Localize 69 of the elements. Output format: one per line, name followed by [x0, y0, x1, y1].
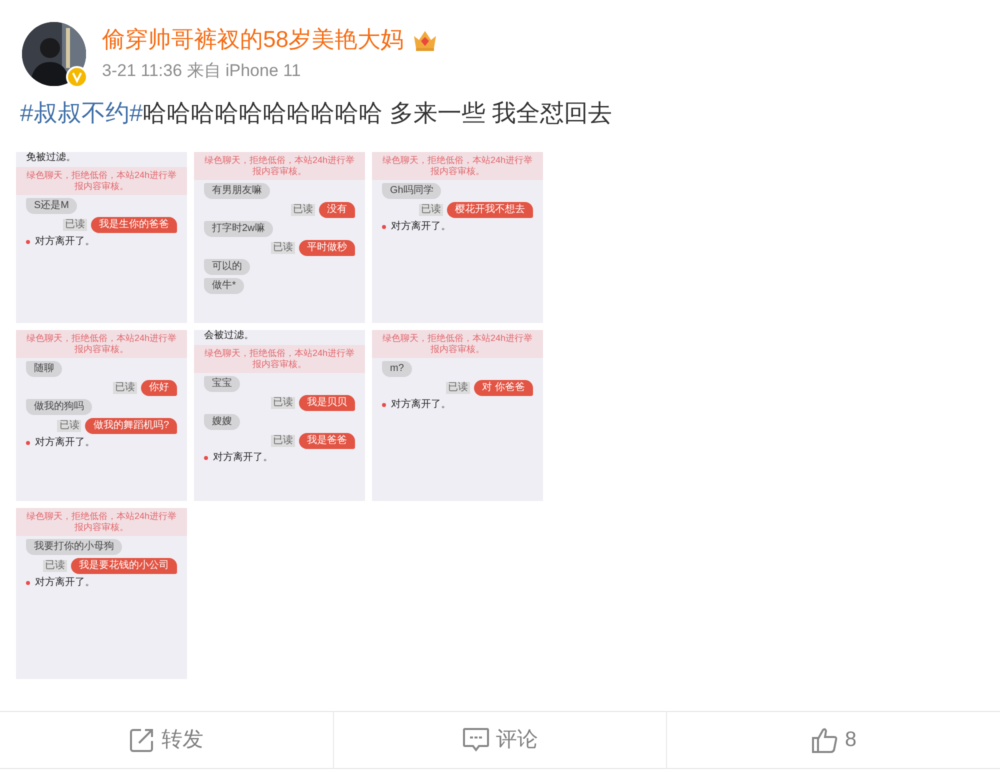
chat-screenshot[interactable]: 绿色聊天，拒绝低俗，本站24h进行举报内容审核。 随聊 已读 你好 做我的狗吗 已读 做我的舞蹈机吗? 对方离开了。 — [16, 330, 187, 501]
message-bubble: 做我的舞蹈机吗? — [85, 418, 177, 434]
message-bubble: 我是生你的爸爸 — [91, 216, 177, 233]
message-bubble: 你好 — [141, 380, 177, 396]
system-message: 对方离开了。 — [35, 236, 95, 248]
notice-banner: 绿色聊天，拒绝低俗，本站24h进行举报内容审核。 — [372, 152, 543, 180]
dot-icon — [26, 580, 30, 585]
read-tag: 已读 — [419, 204, 443, 216]
chat-screenshot[interactable]: 免被过滤。 绿色聊天，拒绝低俗，本站24h进行举报内容审核。 S还是M 已读 我是生你的爸爸 对方离开了。 — [16, 152, 187, 323]
dot-icon — [26, 240, 30, 244]
dot-icon — [204, 456, 208, 460]
system-message: 对方离开了。 — [213, 452, 273, 464]
like-button[interactable]: 8 — [806, 722, 861, 758]
message-bubble: 嫂嫂 — [204, 414, 240, 430]
read-tag: 已读 — [271, 396, 295, 409]
message-bubble: Gh吗同学 — [382, 182, 442, 199]
notice-banner: 绿色聊天，拒绝低俗，本站24h进行举报内容审核。 — [16, 167, 187, 195]
post-text: #叔叔不约#哈哈哈哈哈哈哈哈哈哈 多来一些 我全怼回去 — [19, 99, 614, 129]
chat-note: 会被过滤。 — [203, 330, 255, 342]
notice-banner: 绿色聊天，拒绝低俗，本站24h进行举报内容审核。 — [194, 345, 365, 373]
dot-icon — [382, 402, 386, 407]
message-bubble: 宝宝 — [204, 376, 240, 392]
read-tag: 已读 — [291, 204, 315, 216]
system-message: 对方离开了。 — [35, 576, 95, 589]
read-tag: 已读 — [63, 218, 87, 231]
message-bubble: 没有 — [319, 202, 355, 218]
message-bubble: S还是M — [26, 198, 77, 214]
comment-button[interactable]: 评论 — [458, 722, 542, 758]
chat-screenshot[interactable]: 绿色聊天，拒绝低俗，本站24h进行举报内容审核。 Gh吗同学 已读 樱花开我不想去 对方离开了。 — [372, 152, 543, 323]
system-message: 对方离开了。 — [35, 436, 95, 449]
message-bubble: 有男朋友嘛 — [204, 182, 270, 199]
dot-icon — [382, 224, 386, 229]
post-meta: 3-21 11:36 来自 iPhone 11 — [102, 60, 302, 82]
message-bubble: 做牛* — [204, 278, 244, 294]
notice-banner: 绿色聊天，拒绝低俗，本站24h进行举报内容审核。 — [372, 330, 543, 358]
comment-icon — [462, 727, 490, 753]
chat-screenshot[interactable]: 绿色聊天，拒绝低俗，本站24h进行举报内容审核。 有男朋友嘛 已读 没有 打字时2w嘛 已读 平时做秒 可以的 做牛* — [194, 152, 365, 323]
notice-banner: 绿色聊天，拒绝低俗，本站24h进行举报内容审核。 — [194, 152, 365, 180]
read-tag: 已读 — [271, 434, 295, 447]
message-bubble: 打字时2w嘛 — [204, 220, 273, 237]
read-tag: 已读 — [43, 560, 67, 572]
chat-screenshot[interactable]: 绿色聊天，拒绝低俗，本站24h进行举报内容审核。 我要打你的小母狗 已读 我是要花钱的小公司 对方离开了。 — [16, 508, 187, 679]
notice-banner: 绿色聊天，拒绝低俗，本站24h进行举报内容审核。 — [16, 330, 187, 358]
read-tag: 已读 — [271, 242, 295, 254]
chat-screenshot[interactable]: 绿色聊天，拒绝低俗，本站24h进行举报内容审核。 m? 已读 对 你爸爸 对方离开了。 — [372, 330, 543, 501]
notice-banner: 绿色聊天，拒绝低俗，本站24h进行举报内容审核。 — [16, 508, 187, 536]
system-message: 对方离开了。 — [391, 398, 451, 411]
system-message: 对方离开了。 — [391, 220, 451, 233]
message-bubble: 我要打你的小母狗 — [26, 538, 122, 555]
dot-icon — [26, 440, 30, 445]
read-tag: 已读 — [446, 382, 470, 394]
chat-note: 免被过滤。 — [25, 152, 77, 164]
verified-icon — [66, 66, 88, 88]
message-bubble: 我是爸爸 — [299, 432, 355, 449]
repost-button[interactable]: 转发 — [125, 722, 208, 758]
message-bubble: 我是要花钱的小公司 — [71, 558, 177, 574]
message-bubble: 平时做秒 — [299, 240, 355, 256]
message-bubble: 随聊 — [26, 360, 62, 377]
chat-screenshot[interactable]: 会被过滤。 绿色聊天，拒绝低俗，本站24h进行举报内容审核。 宝宝 已读 我是贝贝 嫂嫂 已读 我是爸爸 对方离开了。 — [194, 330, 365, 501]
message-bubble: 做我的狗吗 — [26, 398, 92, 415]
message-bubble: 樱花开我不想去 — [447, 202, 533, 218]
message-bubble: 对 你爸爸 — [474, 380, 533, 396]
share-icon — [129, 727, 156, 753]
thumbs-up-icon — [810, 726, 839, 754]
read-tag: 已读 — [113, 382, 137, 394]
message-bubble: 可以的 — [204, 258, 250, 275]
message-bubble: 我是贝贝 — [299, 394, 355, 411]
message-bubble: m? — [382, 360, 412, 377]
read-tag: 已读 — [57, 420, 82, 432]
